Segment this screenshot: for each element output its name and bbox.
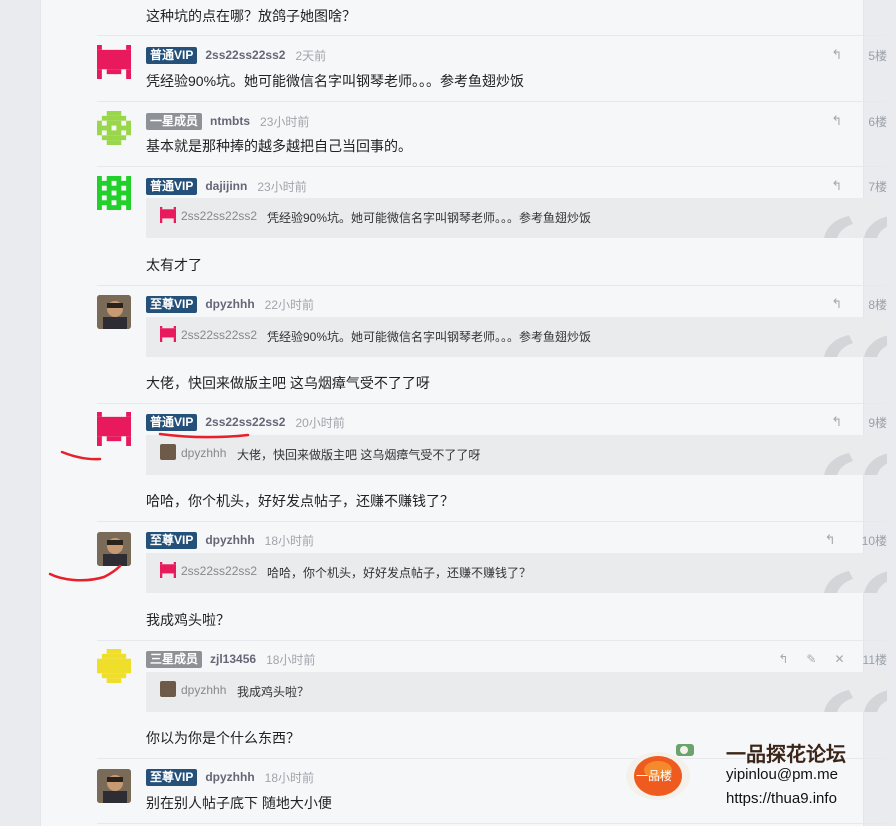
underline-mark (158, 432, 250, 439)
underline-mark (60, 450, 102, 461)
logo-text: 一品楼 (636, 769, 673, 783)
site-watermark: 一品楼 一品探花论坛 yipinlou@pm.me https://thua9.… (622, 738, 862, 818)
annotation-overlay (48, 432, 250, 582)
watermark-email: yipinlou@pm.me (726, 766, 838, 783)
watermark-url: https://thua9.info (726, 790, 837, 807)
watermark-title: 一品探花论坛 (726, 744, 846, 766)
underline-mark (48, 564, 122, 582)
